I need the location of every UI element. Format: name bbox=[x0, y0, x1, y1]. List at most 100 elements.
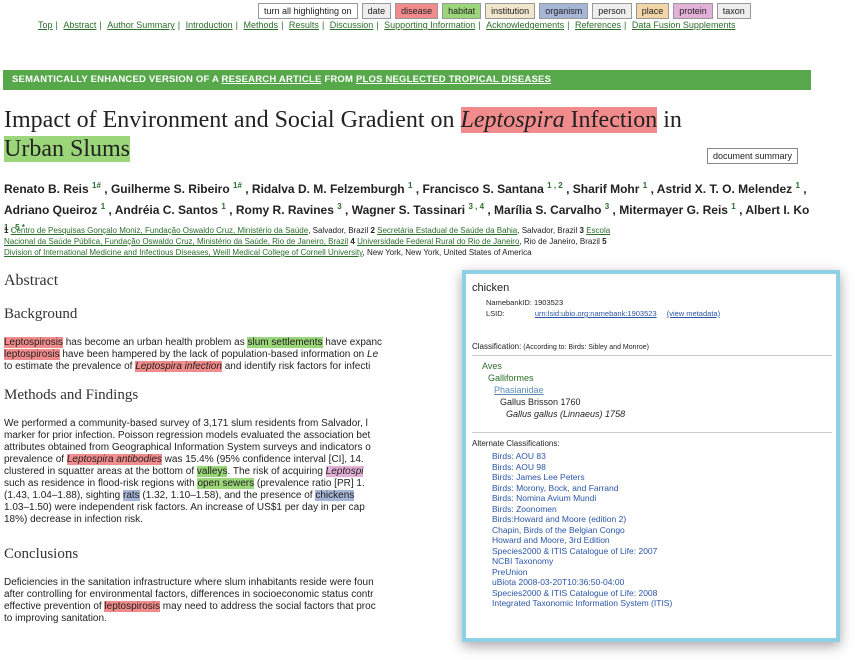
text-line: leptospirosis have been hampered by the … bbox=[4, 349, 474, 361]
text-line: such as residence in flood-risk regions … bbox=[4, 478, 474, 490]
title-habitat-highlight[interactable]: Urban Slums bbox=[4, 136, 130, 162]
affiliation-link[interactable]: Division of International Medicine and I… bbox=[4, 248, 363, 257]
taxon-popup[interactable]: chicken NamebankID: 1903523 LSID: urn:ls… bbox=[462, 270, 840, 642]
nav-link-methods[interactable]: Methods bbox=[244, 20, 279, 30]
organism-filter-button[interactable]: organism bbox=[539, 3, 589, 19]
affiliation-link[interactable]: Secretária Estadual de Saúde da Bahia bbox=[377, 226, 517, 235]
highlight-toolbar: turn all highlighting on date disease ha… bbox=[258, 3, 751, 19]
alternate-classifications-label: Alternate Classifications: bbox=[472, 439, 560, 448]
title-genus: Leptospira bbox=[460, 107, 565, 133]
alternate-classification-item[interactable]: Birds:Howard and Moore (edition 2) bbox=[492, 514, 672, 525]
document-summary-button[interactable]: document summary bbox=[707, 148, 799, 164]
disease-highlight[interactable]: Leptospirosis bbox=[4, 337, 63, 348]
tree-node[interactable]: Gallus Brisson 1760 bbox=[482, 396, 625, 408]
toggle-all-highlighting-button[interactable]: turn all highlighting on bbox=[258, 3, 358, 19]
text-fragment: have expanc bbox=[322, 337, 383, 348]
alternate-classification-item[interactable]: Chapin, Birds of the Belgian Congo bbox=[492, 525, 672, 536]
author-affiliation-ref[interactable]: 1 bbox=[221, 202, 225, 211]
nav-link-abstract[interactable]: Abstract bbox=[63, 20, 96, 30]
affiliation-number: 4 bbox=[350, 237, 355, 246]
author-affiliation-ref[interactable]: 3 bbox=[337, 202, 341, 211]
lsid-row: LSID: urn:lsid:ubio.org:namebank:1903523… bbox=[486, 309, 720, 318]
author-affiliation-ref[interactable]: 1# bbox=[233, 181, 242, 190]
taxon-filter-button[interactable]: taxon bbox=[716, 3, 751, 19]
nav-separator: | bbox=[478, 20, 481, 30]
alternate-classification-item[interactable]: Birds: Morony, Bock, and Farrand bbox=[492, 483, 672, 494]
text-fragment: prevalence of bbox=[4, 454, 67, 465]
place-filter-button[interactable]: place bbox=[635, 3, 670, 19]
disease-highlight[interactable]: Leptospira antibodies bbox=[66, 454, 162, 465]
disease-highlight[interactable]: leptospirosis bbox=[4, 349, 60, 360]
disease-highlight[interactable]: Leptospira infection bbox=[135, 361, 222, 372]
affiliation-number: 3 bbox=[579, 226, 584, 235]
alternate-classification-item[interactable]: NCBI Taxonomy bbox=[492, 556, 672, 567]
institution-filter-button[interactable]: institution bbox=[485, 3, 536, 19]
alternate-classification-item[interactable]: PreUnion bbox=[492, 567, 672, 578]
alternate-classification-item[interactable]: Birds: Zoonomen bbox=[492, 504, 672, 515]
alternate-classification-item[interactable]: Integrated Taxonomic Information System … bbox=[492, 598, 672, 609]
organism-highlight[interactable]: Leptospi bbox=[325, 466, 364, 477]
author-name: Andréia C. Santos bbox=[114, 203, 219, 217]
view-metadata-link[interactable]: (view metadata) bbox=[667, 309, 720, 318]
chickens-highlight[interactable]: chickens bbox=[315, 490, 355, 501]
nav-link-top[interactable]: Top bbox=[38, 20, 53, 30]
alternate-classification-item[interactable]: Species2000 & ITIS Catalogue of Life: 20… bbox=[492, 546, 672, 557]
habitat-highlight[interactable]: valleys bbox=[196, 466, 228, 477]
methods-heading: Methods and Findings bbox=[4, 387, 139, 403]
lsid-link[interactable]: urn:lsid:ubio.org:namebank:1903523 bbox=[535, 309, 657, 318]
author-affiliation-ref[interactable]: 1 bbox=[731, 202, 735, 211]
section-nav: Top | Abstract | Author Summary | Introduct… bbox=[37, 20, 857, 30]
nav-link-references[interactable]: References bbox=[575, 20, 621, 30]
disease-highlight[interactable]: leptospirosis bbox=[104, 601, 161, 612]
author-affiliation-ref[interactable]: 1 bbox=[408, 181, 412, 190]
author-name: Romy R. Ravines bbox=[235, 203, 334, 217]
author-affiliation-ref[interactable]: 1 , 2 bbox=[547, 181, 563, 190]
tree-node[interactable]: Aves bbox=[482, 360, 625, 372]
author-affiliation-ref[interactable]: 1 bbox=[796, 181, 800, 190]
banner-journal-link[interactable]: PLOS NEGLECTED TROPICAL DISEASES bbox=[356, 74, 551, 85]
author-affiliation-ref[interactable]: 3 bbox=[605, 202, 609, 211]
alternate-classification-item[interactable]: Howard and Moore, 3rd Edition bbox=[492, 535, 672, 546]
background-paragraph: Leptospirosis has become an urban health… bbox=[4, 337, 474, 373]
tree-node-link[interactable]: Phasianidae bbox=[482, 384, 625, 396]
alternate-classification-item[interactable]: uBiota 2008-03-20T10:36:50-04:00 bbox=[492, 577, 672, 588]
affiliation-link[interactable]: Universidade Federal Rural do Rio de Jan… bbox=[357, 237, 519, 246]
nav-link-author-summary[interactable]: Author Summary bbox=[107, 20, 175, 30]
habitat-highlight[interactable]: open sewers bbox=[197, 478, 255, 489]
author-affiliation-ref[interactable]: 3 , 4 bbox=[468, 202, 484, 211]
author-name: Albert I. Ko bbox=[745, 203, 810, 217]
disease-filter-button[interactable]: disease bbox=[395, 3, 439, 19]
protein-filter-button[interactable]: protein bbox=[673, 3, 713, 19]
person-filter-button[interactable]: person bbox=[592, 3, 632, 19]
nav-link-results[interactable]: Results bbox=[289, 20, 319, 30]
author-name: Astrid X. T. O. Melendez bbox=[656, 182, 793, 196]
nav-link-supporting-information[interactable]: Supporting Information bbox=[384, 20, 475, 30]
affiliation-link[interactable]: Escola bbox=[586, 226, 610, 235]
nav-link-discussion[interactable]: Discussion bbox=[330, 20, 374, 30]
author-affiliation-ref[interactable]: 1 bbox=[101, 202, 105, 211]
habitat-filter-button[interactable]: habitat bbox=[442, 3, 482, 19]
text-fragment: have been hampered by the lack of popula… bbox=[59, 349, 368, 360]
affiliation-link[interactable]: Centro de Pesquisas Gonçalo Moniz, Funda… bbox=[11, 226, 309, 235]
nav-link-data-fusion-supplements[interactable]: Data Fusion Supplements bbox=[632, 20, 736, 30]
alternate-classification-item[interactable]: Birds: AOU 83 bbox=[492, 451, 672, 462]
tree-node[interactable]: Galliformes bbox=[482, 372, 625, 384]
text-fragment: clustered in squatter areas at the botto… bbox=[4, 466, 197, 477]
date-filter-button[interactable]: date bbox=[361, 3, 392, 19]
alternate-classification-item[interactable]: Species2000 & ITIS Catalogue of Life: 20… bbox=[492, 588, 672, 599]
nav-link-introduction[interactable]: Introduction bbox=[186, 20, 233, 30]
banner-research-article-link[interactable]: RESEARCH ARTICLE bbox=[222, 74, 322, 85]
nav-separator: | bbox=[99, 20, 102, 30]
organism-highlight[interactable]: rats bbox=[122, 490, 140, 501]
title-disease-highlight[interactable]: Leptospira Infection bbox=[460, 107, 658, 133]
author-affiliation-ref[interactable]: 1 bbox=[643, 181, 647, 190]
alternate-classification-item[interactable]: Birds: Nomina Avium Mundi bbox=[492, 493, 672, 504]
alternate-classification-item[interactable]: Birds: AOU 98 bbox=[492, 462, 672, 473]
nav-link-acknowledgements[interactable]: Acknowledgements bbox=[486, 20, 564, 30]
affiliation-link[interactable]: Nacional da Saúde Pública, Fundação Oswa… bbox=[4, 237, 348, 246]
text-fragment: may need to address the social factors t… bbox=[160, 601, 376, 612]
alternate-classification-item[interactable]: Birds: James Lee Peters bbox=[492, 472, 672, 483]
affiliation-number: 1 bbox=[4, 226, 9, 235]
habitat-highlight[interactable]: slum settlements bbox=[247, 337, 323, 348]
author-affiliation-ref[interactable]: 1# bbox=[92, 181, 101, 190]
